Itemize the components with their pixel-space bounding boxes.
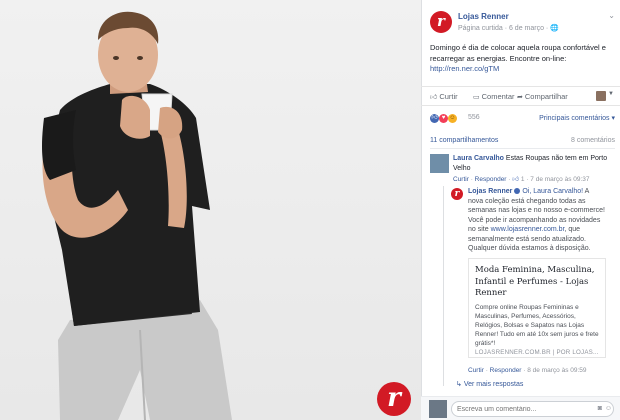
share-button[interactable]: ➦ Compartilhar (517, 92, 568, 101)
love-reaction-icon: ♥ (439, 114, 448, 123)
post-meta: Página curtida · 6 de março · 🌐 (458, 24, 559, 32)
post-header: r Lojas Renner Página curtida · 6 de mar… (430, 9, 615, 35)
model-illustration (42, 11, 232, 420)
post-actions: 👍︎ Curtir ▭ Comentar ➦ Compartilhar ▼ (421, 86, 620, 106)
comments-count[interactable]: 8 comentários (571, 137, 615, 144)
commenter-name[interactable]: Laura Carvalho (453, 155, 504, 162)
emoji-icon[interactable]: ☺ (605, 405, 612, 412)
reaction-as-avatar[interactable] (596, 91, 606, 101)
shares-count[interactable]: 11 compartilhamentos (430, 137, 498, 144)
reply-arrow-icon: ↳ (456, 381, 464, 388)
preview-description: Compre online Roupas Femininas e Masculi… (475, 304, 599, 347)
thumbs-up-icon: 👍︎ (512, 176, 520, 183)
post-text: Domingo é dia de colocar aquela roupa co… (430, 43, 615, 75)
post-photo[interactable]: r (0, 0, 421, 420)
reply-date[interactable]: 8 de março às 09:59 (527, 367, 586, 374)
like-button[interactable]: 👍︎ Curtir (430, 92, 458, 101)
more-replies-link[interactable]: ↳ Ver mais respostas (456, 380, 523, 388)
thread-line (443, 186, 444, 386)
comment-label: Comentar (481, 92, 515, 101)
comment-body: Laura Carvalho Estas Roupas não tem em P… (453, 154, 615, 173)
comment-like-link[interactable]: Curtir (453, 176, 469, 183)
share-label: Compartilhar (524, 92, 568, 101)
more-replies-label: Ver mais respostas (463, 381, 524, 388)
reply-author[interactable]: Lojas Renner (468, 188, 512, 195)
post-body: Domingo é dia de colocar aquela roupa co… (430, 43, 606, 63)
comment-composer: ◙ ☺ (421, 396, 620, 420)
commenter-avatar[interactable] (430, 154, 449, 173)
reply-avatar[interactable]: r (451, 188, 463, 200)
post-link[interactable]: http://ren.ner.co/gTM (430, 64, 499, 73)
reply-like-link[interactable]: Curtir (468, 367, 484, 374)
comment-reply-link[interactable]: Responder (475, 176, 507, 183)
reply-meta: Curtir · Responder · 8 de março às 09:59 (468, 367, 587, 374)
comment-ranking-dropdown[interactable]: Principais comentários ▾ (539, 114, 615, 122)
comment-icon: ▭ (473, 94, 480, 101)
post-stats: 11 compartilhamentos 8 comentários (430, 137, 615, 149)
comment-date[interactable]: 7 de março às 09:37 (530, 176, 589, 183)
chevron-down-icon[interactable]: ⌄ (608, 11, 615, 20)
reply-reply-link[interactable]: Responder (490, 367, 522, 374)
thumbs-up-icon: 👍︎ (430, 94, 438, 101)
like-label: Curtir (439, 92, 458, 101)
share-icon: ➦ (517, 94, 523, 101)
comment-meta: Curtir · Responder · 👍︎ 1 · 7 de março à… (453, 176, 590, 183)
comment-input[interactable] (451, 401, 614, 417)
reactions-summary[interactable]: 👍︎ ♥ ☺ 556 Principais comentários ▾ (430, 113, 615, 127)
reaction-count[interactable]: 556 (468, 114, 480, 121)
comment-button[interactable]: ▭ Comentar (473, 92, 515, 101)
link-preview-card[interactable]: Moda Feminina, Masculina, Infantil e Per… (468, 258, 606, 358)
camera-icon[interactable]: ◙ (598, 405, 602, 412)
brand-logo-watermark: r (377, 382, 411, 416)
reply-site-link[interactable]: www.lojasrenner.com.br (491, 226, 565, 233)
reply-body: Lojas Renner Oi, Laura Carvalho! A nova c… (468, 187, 606, 254)
current-user-avatar[interactable] (429, 400, 447, 418)
page-avatar[interactable]: r (430, 11, 452, 33)
verified-badge-icon (514, 188, 521, 195)
preview-title[interactable]: Moda Feminina, Masculina, Infantil e Per… (475, 265, 603, 300)
preview-domain: LOJASRENNER.COM.BR | POR LOJAS... (475, 349, 599, 356)
globe-icon: 🌐 (550, 25, 559, 32)
caret-down-icon[interactable]: ▼ (608, 91, 614, 97)
post-meta-text: Página curtida · 6 de março · (458, 25, 551, 32)
like-reaction-icon: 👍︎ (430, 114, 439, 123)
reply-mention[interactable]: Oi, Laura Carvalho! (522, 188, 583, 195)
comment-like-count[interactable]: 1 (521, 176, 525, 183)
page-name-link[interactable]: Lojas Renner (458, 12, 509, 21)
haha-reaction-icon: ☺ (448, 114, 457, 123)
